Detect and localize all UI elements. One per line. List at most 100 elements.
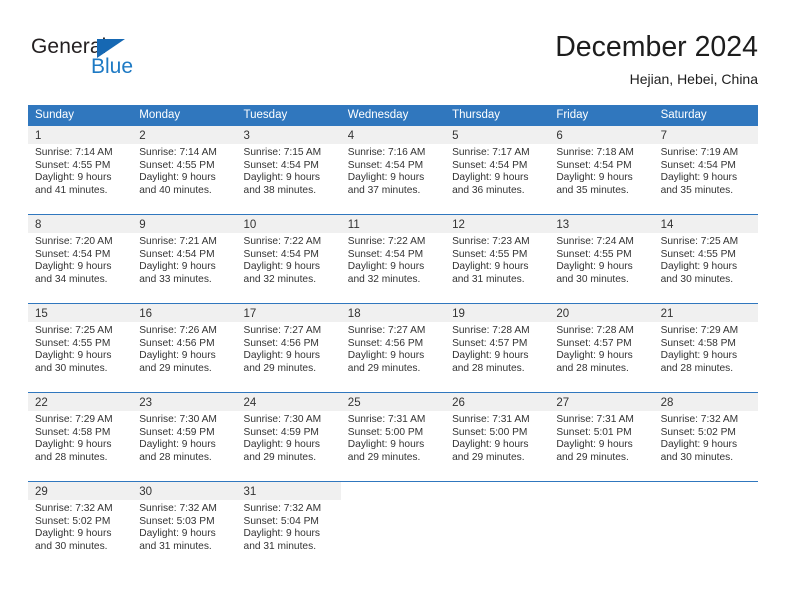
calendar-day-cell[interactable]: 20 Sunrise: 7:28 AM Sunset: 4:57 PM Dayligh… (549, 304, 654, 392)
day-number-band: 18 (340, 304, 446, 322)
page-title: December 2024 (555, 31, 758, 63)
weekday-header-row: Sunday Monday Tuesday Wednesday Thursday Frid… (28, 105, 758, 126)
day-details: Sunrise: 7:19 AM Sunset: 4:54 PM Daylight:… (654, 144, 758, 197)
day-number: 13 (556, 219, 570, 231)
calendar-day-cell[interactable]: 15 Sunrise: 7:25 AM Sunset: 4:55 PM Dayligh… (28, 304, 133, 392)
day-details: Sunrise: 7:27 AM Sunset: 4:56 PM Daylight:… (341, 322, 445, 375)
day-number-band: 11 (340, 215, 446, 233)
sunrise-text: Sunrise: 7:25 AM (35, 325, 113, 336)
calendar-day-cell[interactable]: 25 Sunrise: 7:31 AM Sunset: 5:00 PM Dayligh… (340, 393, 446, 481)
daylight-text-line2: and 30 minutes. (35, 540, 108, 552)
day-details (341, 500, 445, 503)
calendar-day-cell[interactable]: 1 Sunrise: 7:14 AM Sunset: 4:55 PM Daylight… (28, 126, 133, 214)
daylight-text-line1: Daylight: 9 hours (35, 172, 112, 184)
day-number: 29 (35, 486, 48, 498)
calendar-day-cell[interactable]: 17 Sunrise: 7:27 AM Sunset: 4:56 PM Dayligh… (236, 304, 341, 392)
calendar-day-cell[interactable]: 31 Sunrise: 7:32 AM Sunset: 5:04 PM Dayligh… (236, 482, 341, 570)
day-details: Sunrise: 7:27 AM Sunset: 4:56 PM Daylight:… (237, 322, 341, 375)
daylight-text-line2: and 30 minutes. (556, 273, 629, 285)
calendar-day-cell[interactable]: 10 Sunrise: 7:22 AM Sunset: 4:54 PM Dayligh… (236, 215, 341, 303)
day-number-band: 13 (549, 215, 654, 233)
daylight-text-line1: Daylight: 9 hours (139, 261, 216, 273)
weekday-header-monday: Monday (139, 109, 181, 121)
daylight-text-line1: Daylight: 9 hours (347, 261, 425, 273)
calendar-day-cell[interactable]: 9 Sunrise: 7:21 AM Sunset: 4:54 PM Daylight… (132, 215, 237, 303)
calendar-day-cell[interactable]: 5 Sunrise: 7:17 AM Sunset: 4:54 PM Daylight… (445, 126, 550, 214)
sunset-text: Sunset: 5:02 PM (660, 426, 736, 438)
day-number-band: 15 (28, 304, 133, 322)
sunrise-text: Sunrise: 7:22 AM (243, 236, 322, 247)
day-details: Sunrise: 7:21 AM Sunset: 4:54 PM Daylight:… (132, 233, 236, 286)
day-number-band: 23 (132, 393, 237, 411)
calendar-day-cell[interactable]: 27 Sunrise: 7:31 AM Sunset: 5:01 PM Dayligh… (549, 393, 654, 481)
day-number-band (549, 482, 654, 500)
daylight-text-line2: and 36 minutes. (452, 184, 525, 196)
calendar-day-cell[interactable]: 6 Sunrise: 7:18 AM Sunset: 4:54 PM Daylight… (549, 126, 654, 214)
day-details (549, 500, 653, 503)
calendar-day-cell[interactable]: 11 Sunrise: 7:22 AM Sunset: 4:54 PM Dayligh… (340, 215, 446, 303)
calendar-day-cell[interactable]: 18 Sunrise: 7:27 AM Sunset: 4:56 PM Dayligh… (340, 304, 446, 392)
day-details: Sunrise: 7:15 AM Sunset: 4:54 PM Daylight:… (237, 144, 341, 197)
calendar-day-cell-empty (549, 482, 654, 570)
calendar-day-cell[interactable]: 4 Sunrise: 7:16 AM Sunset: 4:54 PM Daylight… (340, 126, 446, 214)
calendar-day-cell[interactable]: 2 Sunrise: 7:14 AM Sunset: 4:55 PM Daylight… (132, 126, 237, 214)
sunrise-text: Sunrise: 7:14 AM (139, 147, 217, 158)
general-blue-logo[interactable]: General Blue (31, 36, 141, 82)
title-block: December 2024 Hejian, Hebei, China (555, 30, 758, 88)
day-number: 20 (556, 308, 570, 320)
sunset-text: Sunset: 5:04 PM (243, 515, 319, 527)
calendar-day-cell[interactable]: 23 Sunrise: 7:30 AM Sunset: 4:59 PM Dayligh… (132, 393, 237, 481)
day-number: 25 (347, 397, 361, 409)
sunset-text: Sunset: 4:54 PM (35, 248, 111, 260)
page-subtitle-location: Hejian, Hebei, China (629, 71, 758, 87)
calendar-day-cell[interactable]: 24 Sunrise: 7:30 AM Sunset: 4:59 PM Dayligh… (236, 393, 341, 481)
day-details: Sunrise: 7:25 AM Sunset: 4:55 PM Daylight:… (654, 233, 758, 286)
day-number: 7 (660, 130, 667, 142)
sunrise-text: Sunrise: 7:20 AM (35, 236, 113, 247)
calendar-day-cell[interactable]: 12 Sunrise: 7:23 AM Sunset: 4:55 PM Dayligh… (445, 215, 550, 303)
day-number-band: 29 (28, 482, 133, 500)
sunset-text: Sunset: 4:54 PM (556, 159, 632, 171)
daylight-text-line2: and 28 minutes. (139, 451, 212, 463)
calendar-day-cell[interactable]: 14 Sunrise: 7:25 AM Sunset: 4:55 PM Dayligh… (653, 215, 758, 303)
sunset-text: Sunset: 4:54 PM (243, 159, 319, 171)
calendar-day-cell[interactable]: 29 Sunrise: 7:32 AM Sunset: 5:02 PM Dayligh… (28, 482, 133, 570)
weekday-header-tuesday: Tuesday (243, 109, 288, 121)
sunrise-text: Sunrise: 7:31 AM (556, 414, 634, 425)
day-details: Sunrise: 7:22 AM Sunset: 4:54 PM Daylight:… (341, 233, 445, 286)
calendar-day-cell[interactable]: 26 Sunrise: 7:31 AM Sunset: 5:00 PM Dayligh… (445, 393, 550, 481)
calendar-day-cell[interactable]: 13 Sunrise: 7:24 AM Sunset: 4:55 PM Dayligh… (549, 215, 654, 303)
calendar-day-cell[interactable]: 21 Sunrise: 7:29 AM Sunset: 4:58 PM Dayligh… (653, 304, 758, 392)
sunset-text: Sunset: 5:03 PM (139, 515, 215, 527)
calendar-week-row: 15 Sunrise: 7:25 AM Sunset: 4:55 PM Dayligh… (28, 303, 758, 392)
daylight-text-line1: Daylight: 9 hours (35, 528, 112, 540)
daylight-text-line2: and 29 minutes. (243, 362, 317, 374)
day-details: Sunrise: 7:16 AM Sunset: 4:54 PM Daylight:… (341, 144, 445, 197)
sunset-text: Sunset: 4:55 PM (139, 159, 215, 171)
sunset-text: Sunset: 5:01 PM (556, 426, 632, 438)
calendar-day-cell[interactable]: 16 Sunrise: 7:26 AM Sunset: 4:56 PM Dayligh… (132, 304, 237, 392)
day-number: 8 (35, 219, 42, 231)
calendar-week-row: 1 Sunrise: 7:14 AM Sunset: 4:55 PM Daylight… (28, 126, 758, 214)
daylight-text-line2: and 29 minutes. (452, 451, 525, 463)
sunset-text: Sunset: 4:54 PM (660, 159, 736, 171)
calendar-day-cell[interactable]: 7 Sunrise: 7:19 AM Sunset: 4:54 PM Daylight… (653, 126, 758, 214)
day-details: Sunrise: 7:32 AM Sunset: 5:04 PM Daylight:… (237, 500, 341, 553)
calendar-day-cell[interactable]: 28 Sunrise: 7:32 AM Sunset: 5:02 PM Dayligh… (653, 393, 758, 481)
day-number: 27 (556, 397, 570, 409)
weekday-header-wednesday: Wednesday (347, 109, 409, 121)
calendar-page: General Blue December 2024 Hejian, Hebei… (0, 0, 792, 612)
day-number: 15 (35, 308, 48, 320)
calendar-day-cell[interactable]: 8 Sunrise: 7:20 AM Sunset: 4:54 PM Daylight… (28, 215, 133, 303)
sunset-text: Sunset: 4:59 PM (139, 426, 215, 438)
daylight-text-line2: and 37 minutes. (347, 184, 421, 196)
daylight-text-line1: Daylight: 9 hours (139, 172, 216, 184)
calendar-day-cell[interactable]: 19 Sunrise: 7:28 AM Sunset: 4:57 PM Dayligh… (445, 304, 550, 392)
daylight-text-line1: Daylight: 9 hours (243, 261, 320, 273)
calendar-day-cell[interactable]: 30 Sunrise: 7:32 AM Sunset: 5:03 PM Dayligh… (132, 482, 237, 570)
calendar-day-cell[interactable]: 3 Sunrise: 7:15 AM Sunset: 4:54 PM Daylight… (236, 126, 341, 214)
day-number-band: 20 (549, 304, 654, 322)
weekday-header-sunday: Sunday (35, 109, 75, 121)
calendar-day-cell[interactable]: 22 Sunrise: 7:29 AM Sunset: 4:58 PM Dayligh… (28, 393, 133, 481)
day-number: 28 (660, 397, 674, 409)
